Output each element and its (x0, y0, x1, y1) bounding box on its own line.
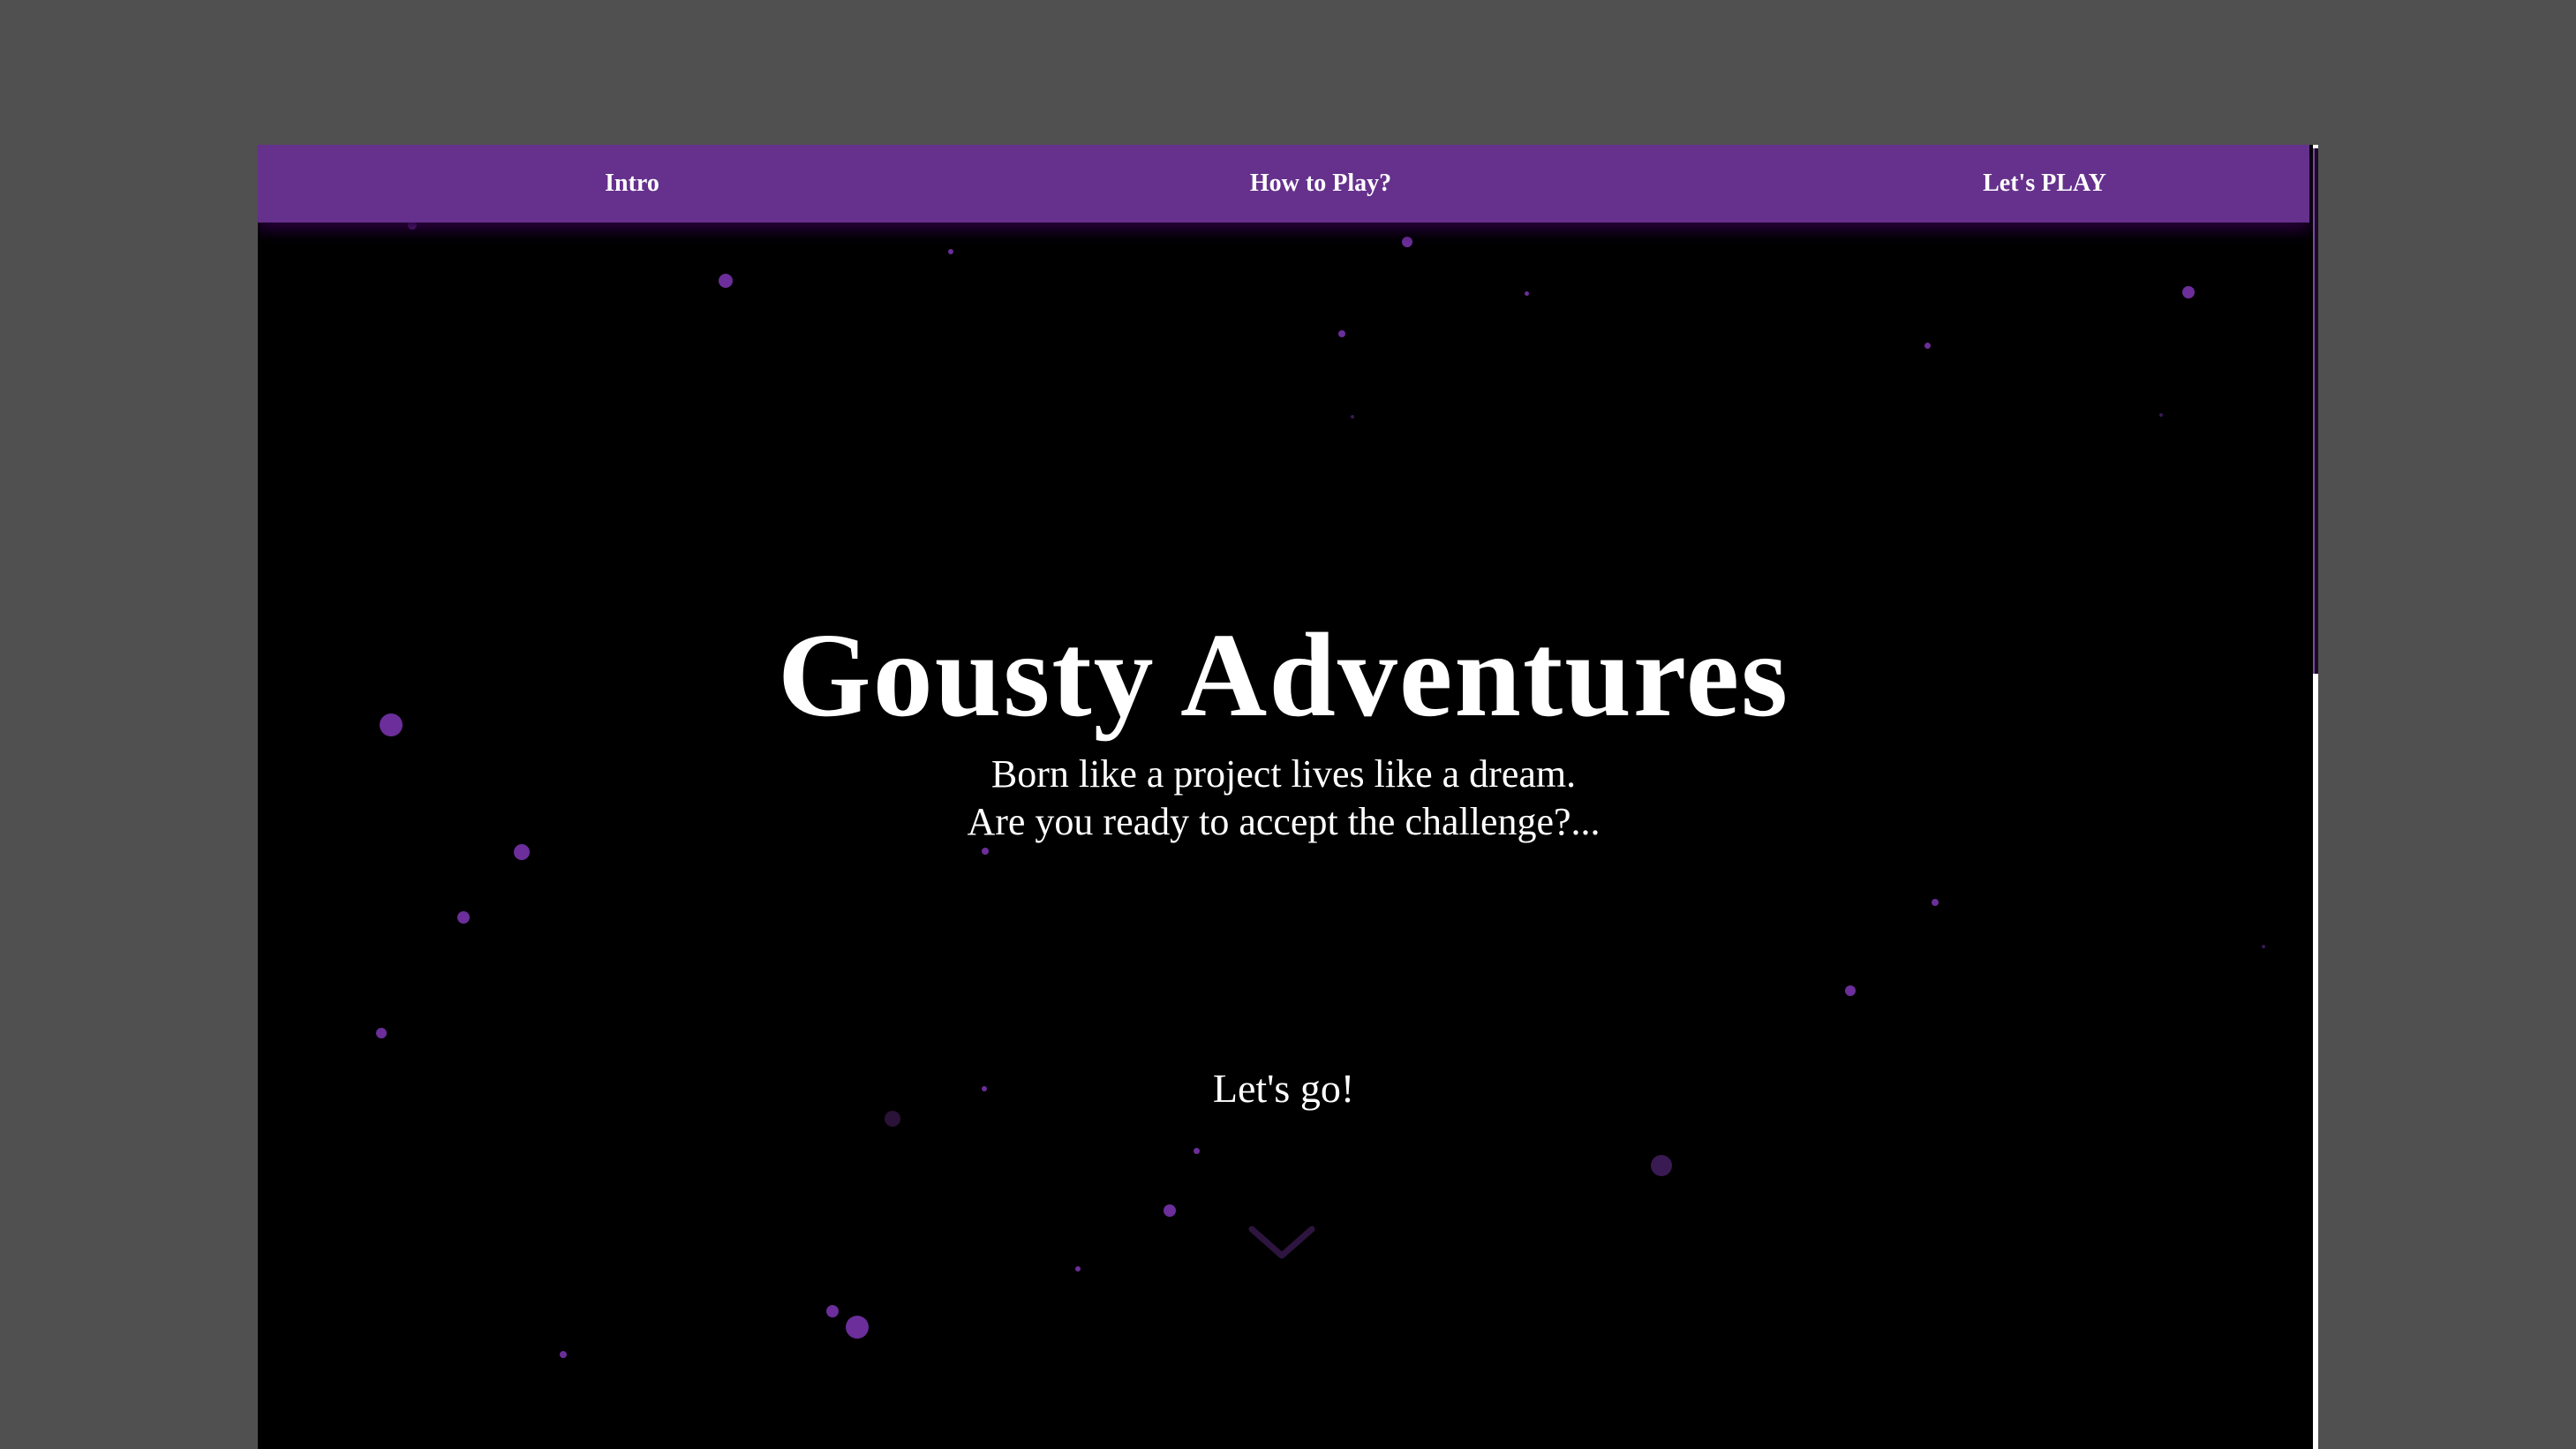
particle (2182, 286, 2195, 298)
particle (1194, 1148, 1200, 1154)
chevron-down-icon-svg (1248, 1226, 1315, 1259)
lets-go-cta: Let's go! (258, 1065, 2309, 1112)
particle (1924, 343, 1931, 349)
nav-item-lets-play[interactable]: Let's PLAY (1983, 145, 2106, 223)
particle (826, 1305, 839, 1317)
particle (2159, 413, 2163, 417)
particle (1075, 1266, 1081, 1272)
particle (885, 1111, 900, 1127)
nav-item-intro[interactable]: Intro (605, 145, 659, 223)
particle (1845, 985, 1856, 996)
top-navbar: Intro How to Play? Let's PLAY (258, 145, 2309, 223)
hero-subtitle: Born like a project lives like a dream. … (258, 751, 2309, 846)
particle (1651, 1155, 1672, 1176)
chevron-down-icon[interactable] (1248, 1224, 1315, 1263)
hero-subtitle-line-1: Born like a project lives like a dream. (990, 752, 1577, 796)
hero-subtitle-line-2: Are you ready to accept the challenge?..… (967, 800, 1601, 843)
particle (1351, 415, 1354, 419)
particle (719, 274, 733, 288)
particle (1338, 330, 1345, 337)
particle (982, 848, 989, 855)
particle (1402, 237, 1412, 247)
particle (376, 1028, 387, 1038)
page: Intro How to Play? Let's PLAY Gousty Adv… (258, 145, 2318, 1449)
particle (1932, 899, 1939, 906)
particle (1525, 291, 1529, 296)
particle (846, 1316, 869, 1339)
particle (457, 911, 470, 924)
hero-title: Gousty Adventures (777, 609, 1790, 742)
nav-item-how-to-play[interactable]: How to Play? (1250, 145, 1391, 223)
scrollbar-thumb[interactable] (2313, 148, 2318, 674)
particle (2262, 945, 2265, 948)
particle (948, 249, 953, 254)
lets-go-link[interactable]: Let's go! (1213, 1066, 1354, 1111)
particle (1164, 1204, 1176, 1217)
particle (560, 1351, 567, 1358)
particle (514, 844, 530, 860)
